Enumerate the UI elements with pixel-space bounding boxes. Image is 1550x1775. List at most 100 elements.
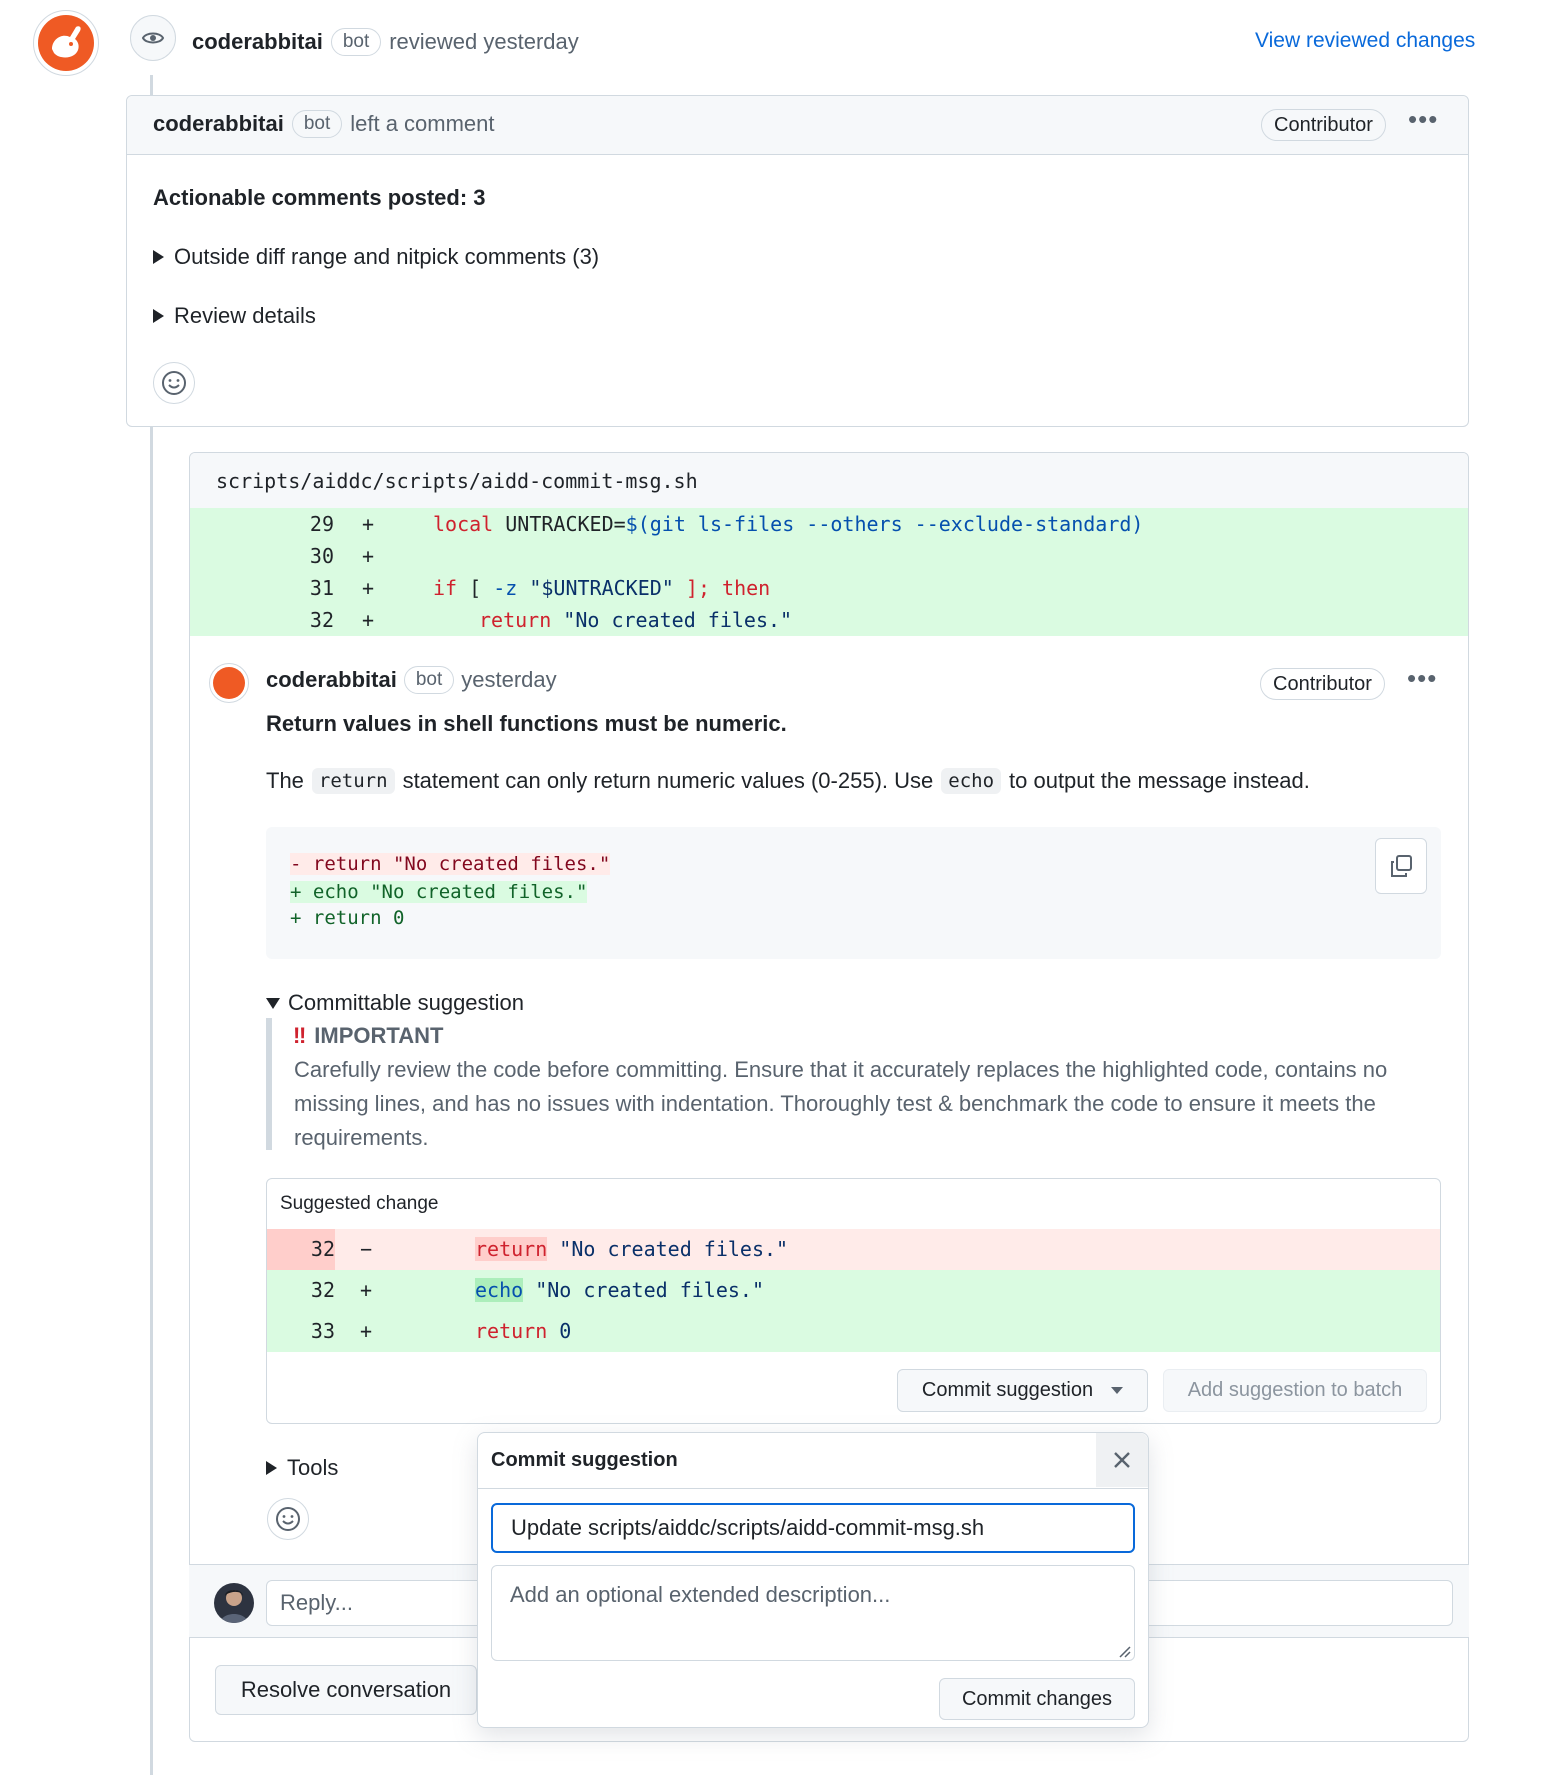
code-keyword: if xyxy=(433,576,458,600)
rabbit-logo-icon xyxy=(213,667,245,699)
resolve-conversation-button[interactable]: Resolve conversation xyxy=(215,1665,477,1715)
line-number: 30 xyxy=(309,544,334,568)
diff-sign: + xyxy=(360,1278,373,1302)
diff-line: 30 + xyxy=(190,540,1468,572)
suggestion-line-deleted: 32 − return "No created files." xyxy=(267,1229,1440,1270)
bot-badge: bot xyxy=(330,28,382,56)
code-keyword: then xyxy=(709,576,771,600)
diff-addition: + echo "No created files." xyxy=(290,881,588,903)
button-label: Commit suggestion xyxy=(921,1379,1094,1401)
comment-time[interactable]: yesterday xyxy=(461,667,556,693)
committable-suggestion-toggle[interactable]: Committable suggestion xyxy=(266,990,524,1016)
review-comment-header: coderabbitai bot left a comment Contribu… xyxy=(127,96,1468,155)
resize-handle-icon[interactable] xyxy=(1116,1643,1132,1659)
code-keyword: return xyxy=(475,1319,548,1343)
bot-badge: bot xyxy=(291,110,343,138)
close-icon xyxy=(1114,1452,1130,1468)
button-label: Add suggestion to batch xyxy=(1187,1379,1403,1401)
diff-sign: − xyxy=(360,1237,373,1261)
popover-title: Commit suggestion xyxy=(491,1449,678,1471)
extended-description-textarea[interactable]: Add an optional extended description... xyxy=(491,1565,1135,1661)
details-label: Review details xyxy=(174,303,316,328)
line-number: 32 xyxy=(309,608,334,632)
diff-sign: + xyxy=(362,608,375,632)
inline-code: return xyxy=(311,768,395,794)
eye-icon xyxy=(130,15,176,61)
triangle-right-icon xyxy=(153,250,164,264)
body-text: statement can only return numeric values… xyxy=(402,768,934,793)
comment-title: Return values in shell functions must be… xyxy=(266,711,787,736)
button-label: Resolve conversation xyxy=(240,1677,452,1702)
commit-changes-button[interactable]: Commit changes xyxy=(939,1678,1135,1720)
comment-author[interactable]: coderabbitai xyxy=(266,667,397,693)
code-line: return "No created files." xyxy=(479,604,792,636)
close-button[interactable] xyxy=(1096,1433,1148,1487)
add-reaction-button[interactable] xyxy=(267,1498,309,1540)
diff-sign: + xyxy=(362,576,375,600)
code-string: "No created files." xyxy=(551,608,793,632)
diff-sign: + xyxy=(362,512,375,536)
add-suggestion-to-batch-button[interactable]: Add suggestion to batch xyxy=(1163,1369,1427,1412)
toggle-label: Tools xyxy=(287,1455,339,1480)
line-number: 31 xyxy=(309,576,334,600)
commit-message-input[interactable]: Update scripts/aiddc/scripts/aidd-commit… xyxy=(491,1503,1135,1553)
code-line: local UNTRACKED=$(git ls-files --others … xyxy=(433,508,1143,540)
actionable-heading: Actionable comments posted: 3 xyxy=(153,185,486,210)
comment-author[interactable]: coderabbitai xyxy=(153,111,284,137)
code-string: "$UNTRACKED" xyxy=(517,576,674,600)
coderabbit-avatar[interactable] xyxy=(33,10,99,76)
view-reviewed-changes-link[interactable]: View reviewed changes xyxy=(1255,29,1475,53)
code-text: ]; xyxy=(673,576,710,600)
code-keyword: echo xyxy=(475,1278,524,1302)
commit-suggestion-button[interactable]: Commit suggestion xyxy=(897,1369,1148,1412)
code-keyword: return xyxy=(475,1237,548,1261)
diff-line: 32 + return "No created files." xyxy=(190,604,1468,636)
triangle-right-icon xyxy=(153,309,164,323)
body-text: to output the message instead. xyxy=(1009,768,1310,793)
line-number: 32 xyxy=(310,1278,335,1302)
line-number: 29 xyxy=(309,512,334,536)
diff-line: 29 + local UNTRACKED=$(git ls-files --ot… xyxy=(190,508,1468,540)
diff-addition: + return 0 xyxy=(290,907,405,929)
code-subshell: $(git ls-files --others --exclude-standa… xyxy=(625,512,1144,536)
user-avatar[interactable] xyxy=(214,1583,254,1623)
code-string: 0 xyxy=(547,1319,572,1343)
line-number: 32 xyxy=(267,1229,335,1270)
toggle-label: Committable suggestion xyxy=(288,990,525,1015)
file-path[interactable]: scripts/aiddc/scripts/aidd-commit-msg.sh xyxy=(190,453,1468,509)
tools-toggle[interactable]: Tools xyxy=(266,1455,338,1481)
kebab-horizontal-icon[interactable]: ••• xyxy=(1407,663,1437,694)
add-reaction-button[interactable] xyxy=(153,362,195,404)
inline-code: echo xyxy=(941,768,1002,794)
review-comment-box: coderabbitai bot left a comment Contribu… xyxy=(126,95,1469,427)
details-outside-diff[interactable]: Outside diff range and nitpick comments … xyxy=(153,244,599,270)
commit-suggestion-popover: Commit suggestion Update scripts/aiddc/s… xyxy=(477,1432,1149,1728)
code-keyword: return xyxy=(479,608,552,632)
kebab-horizontal-icon[interactable]: ••• xyxy=(1408,104,1438,135)
diff-sign: + xyxy=(360,1319,373,1343)
coderabbit-avatar[interactable] xyxy=(209,663,249,703)
contributor-badge: Contributor xyxy=(1260,668,1385,700)
review-action: reviewed yesterday xyxy=(389,29,579,54)
diff-sign: + xyxy=(362,544,375,568)
double-exclamation-icon: ‼ xyxy=(293,1023,307,1048)
code-text: [ xyxy=(457,576,494,600)
triangle-right-icon xyxy=(266,1461,277,1475)
button-label: Commit changes xyxy=(961,1687,1113,1710)
triangle-down-icon xyxy=(1111,1387,1124,1394)
code-line: if [ -z "$UNTRACKED" ]; then xyxy=(433,572,770,604)
copy-button[interactable] xyxy=(1375,838,1427,894)
thread-comment-header: coderabbitai bot yesterday xyxy=(266,666,557,694)
code-keyword: local xyxy=(433,512,494,536)
popover-header: Commit suggestion xyxy=(478,1433,1148,1489)
contributor-badge: Contributor xyxy=(1261,109,1386,141)
review-author[interactable]: coderabbitai xyxy=(192,29,323,55)
smiley-icon xyxy=(276,1507,300,1531)
triangle-down-icon xyxy=(266,997,280,1009)
suggestion-line-added: 32 + echo "No created files." xyxy=(267,1270,1440,1311)
copy-icon xyxy=(1391,855,1412,877)
important-heading: ‼ IMPORTANT xyxy=(293,1023,443,1049)
review-header: coderabbitai bot reviewed yesterday xyxy=(192,28,579,56)
details-review[interactable]: Review details xyxy=(153,303,316,329)
body-text: The xyxy=(266,768,304,793)
